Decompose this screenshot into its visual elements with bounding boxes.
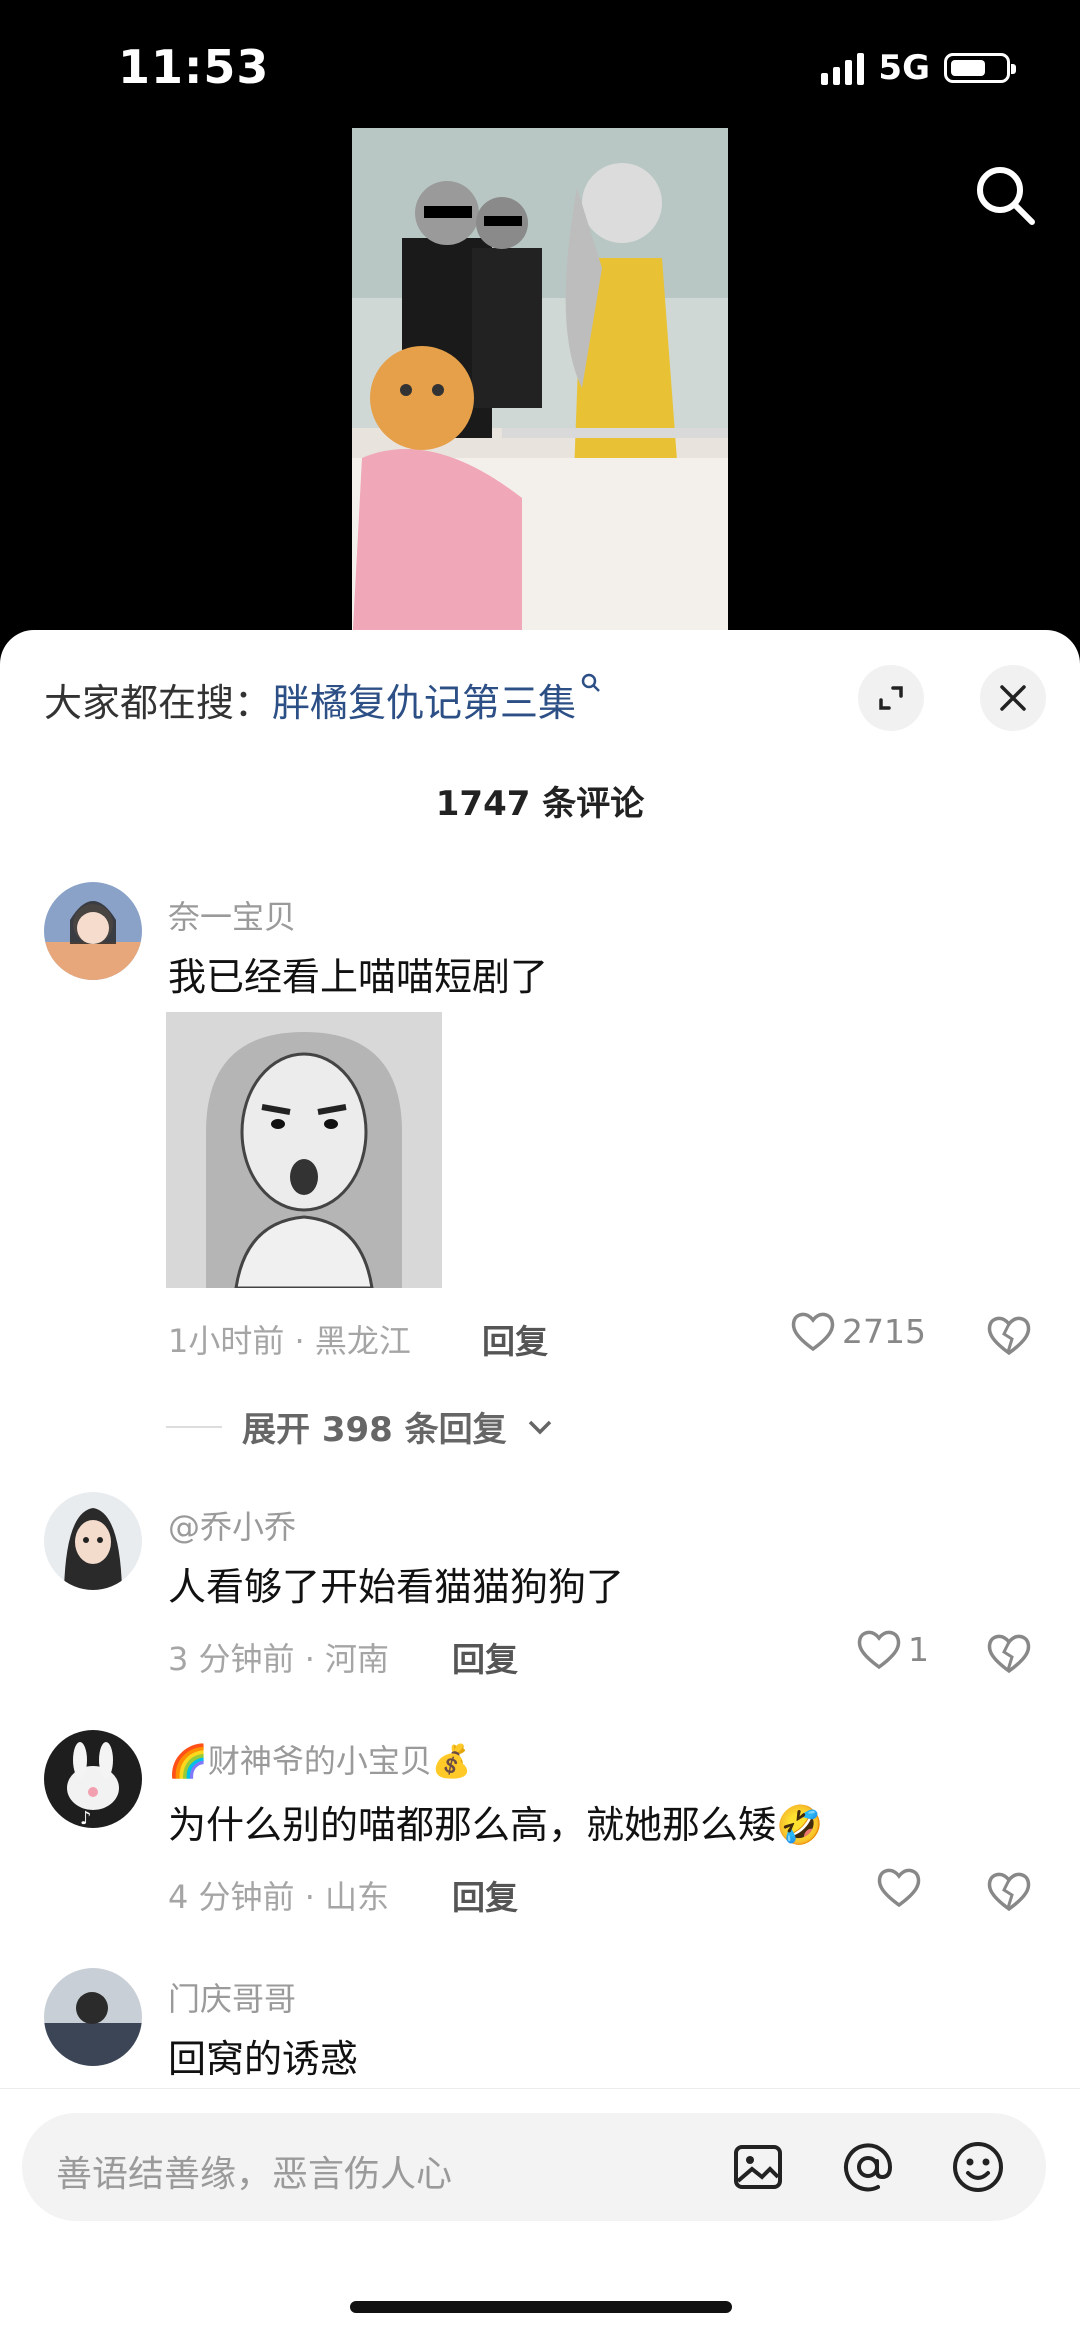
comment-item: 奈一宝贝 我已经看上喵喵短剧了 1小时前 · 黑龙江 回复 2715 展开 39… — [0, 882, 1080, 1450]
home-indicator — [350, 2301, 732, 2313]
image-button[interactable] — [730, 2139, 786, 2195]
comment-username[interactable]: 门庆哥哥 — [168, 1974, 296, 2020]
expand-replies-label: 展开 398 条回复 — [242, 1410, 507, 1450]
comment-text: 我已经看上喵喵短剧了 — [168, 955, 549, 999]
heart-icon — [857, 1630, 901, 1670]
chevron-down-icon — [528, 1420, 551, 1434]
emoji-button[interactable] — [950, 2139, 1006, 2195]
hot-search-prefix: 大家都在搜： — [44, 681, 273, 725]
status-time: 11:53 — [118, 40, 270, 94]
like-button[interactable]: 2715 — [790, 1310, 926, 1352]
search-icon — [977, 167, 1035, 225]
broken-heart-icon — [987, 1872, 1031, 1912]
like-button[interactable]: 1 — [856, 1628, 929, 1670]
reply-button[interactable]: 回复 — [482, 1315, 548, 1363]
dislike-button[interactable] — [986, 1870, 1032, 1916]
comment-text-body: 为什么别的喵都那么高，就她那么矮 — [168, 1803, 777, 1847]
avatar[interactable] — [44, 1492, 142, 1590]
hot-search-bar[interactable]: 大家都在搜：胖橘复仇记第三集 — [44, 672, 602, 727]
comment-username[interactable]: 奈一宝贝 — [168, 892, 296, 938]
comment-input[interactable]: 善语结善缘，恶言伤人心 — [22, 2113, 1046, 2221]
hot-search-keyword[interactable]: 胖橘复仇记第三集 — [272, 681, 576, 725]
like-count: 1 — [908, 1629, 929, 1669]
comment-username-text: 财神爷的小宝贝 — [207, 1742, 432, 1780]
expand-replies-button[interactable]: 展开 398 条回复 — [166, 1402, 553, 1451]
status-bar: 11:53 5G — [0, 0, 1080, 130]
comment-count: 1747 条评论 — [435, 784, 645, 824]
rainbow-icon: 🌈 — [168, 1742, 208, 1780]
comment-input-placeholder: 善语结善缘，恶言伤人心 — [56, 2154, 453, 2195]
close-button[interactable] — [980, 665, 1046, 731]
close-icon — [1000, 685, 1026, 711]
heart-icon — [877, 1868, 921, 1908]
comment-username[interactable]: @乔小乔 — [168, 1502, 296, 1548]
search-button[interactable] — [970, 160, 1040, 230]
heart-icon — [791, 1312, 835, 1352]
comment-text: 人看够了开始看猫猫狗狗了 — [168, 1565, 625, 1609]
expand-icon — [879, 686, 903, 710]
at-icon — [844, 2143, 893, 2192]
signal-icon — [821, 51, 865, 85]
dislike-button[interactable] — [986, 1314, 1032, 1360]
comment-meta: 4 分钟前 · 山东 — [168, 1878, 390, 1916]
comment-meta: 1小时前 · 黑龙江 — [168, 1322, 411, 1360]
reply-button[interactable]: 回复 — [452, 1633, 518, 1681]
comment-sticker-image[interactable] — [166, 1012, 442, 1288]
avatar[interactable]: ♪ — [44, 1730, 142, 1828]
svg-text:♪: ♪ — [80, 1808, 92, 1828]
image-icon — [734, 2145, 782, 2189]
expand-button[interactable] — [858, 665, 924, 731]
reply-button[interactable]: 回复 — [452, 1871, 518, 1919]
comment-meta: 3 分钟前 · 河南 — [168, 1640, 390, 1678]
network-type: 5G — [878, 48, 930, 88]
small-search-icon — [581, 673, 600, 692]
comments-sheet: 大家都在搜：胖橘复仇记第三集 1747 条评论 奈一宝贝 我已经看上喵喵短剧了 — [0, 630, 1080, 2337]
mention-button[interactable] — [840, 2139, 896, 2195]
broken-heart-icon — [987, 1634, 1031, 1674]
battery-icon — [944, 53, 1016, 83]
divider — [166, 1425, 222, 1428]
comment-text: 为什么别的喵都那么高，就她那么矮🤣 — [168, 1794, 823, 1849]
comment-text: 回窝的诱惑 — [168, 2037, 359, 2081]
avatar[interactable] — [44, 1968, 142, 2066]
money-bag-icon: 💰 — [431, 1742, 472, 1780]
dislike-button[interactable] — [986, 1632, 1032, 1678]
like-count: 2715 — [842, 1311, 926, 1351]
video-preview[interactable] — [352, 128, 728, 648]
emoji-icon — [953, 2142, 1003, 2192]
comment-username[interactable]: 🌈财神爷的小宝贝💰 — [168, 1736, 472, 1782]
laughing-emoji-icon: 🤣 — [776, 1803, 824, 1847]
status-indicators: 5G — [821, 48, 1016, 88]
comment-input-bar: 善语结善缘，恶言伤人心 — [0, 2088, 1080, 2338]
like-button[interactable] — [876, 1866, 928, 1908]
avatar[interactable] — [44, 882, 142, 980]
broken-heart-icon — [987, 1316, 1031, 1356]
